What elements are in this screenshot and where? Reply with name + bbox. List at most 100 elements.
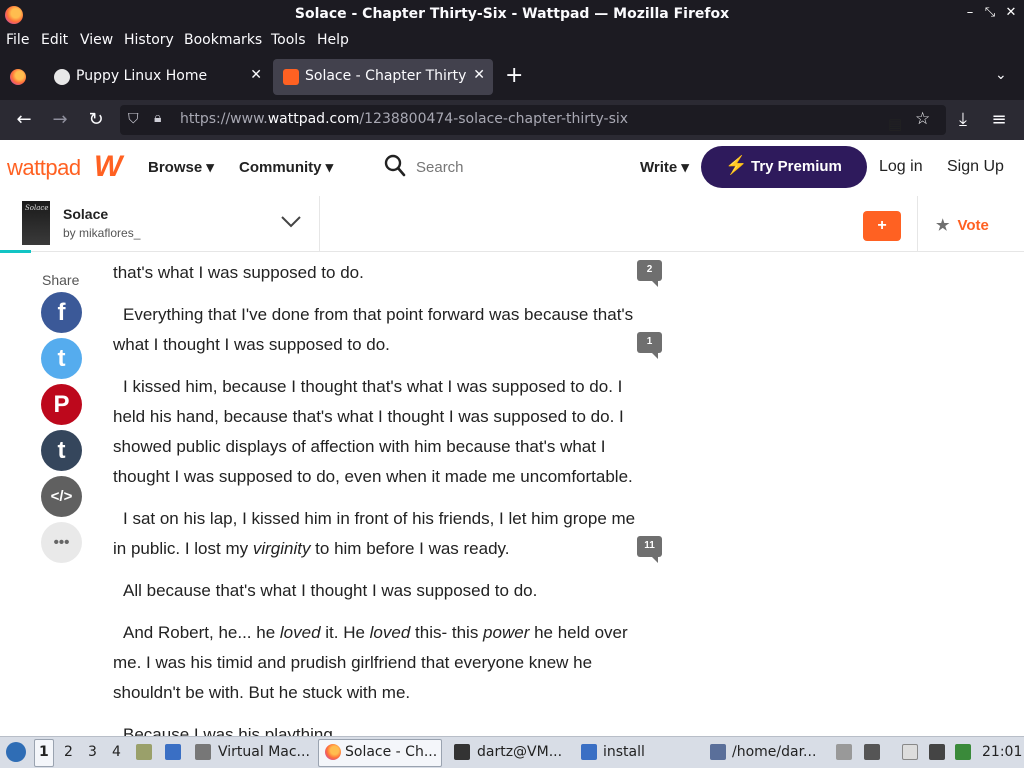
try-premium-button[interactable]: ⚡ Try Premium: [701, 146, 867, 188]
list-all-tabs-button[interactable]: ⌄: [995, 67, 1007, 83]
vote-label: Vote: [957, 217, 989, 234]
wattpad-logo-mark-icon[interactable]: W: [94, 150, 122, 184]
vote-button[interactable]: ★ Vote: [936, 216, 989, 234]
search-input[interactable]: Search: [416, 159, 464, 176]
comment-count-badge[interactable]: 2: [637, 260, 662, 287]
update-tray-icon[interactable]: [955, 744, 971, 760]
chapter-paragraph: And Robert, he... he loved it. He loved …: [113, 623, 628, 702]
community-menu[interactable]: Community ▾: [239, 158, 333, 176]
chapter-paragraph: All because that's what I thought I was …: [123, 581, 538, 600]
navigation-bar: ← → ↻ ⛉ 🔒︎ https://www.wattpad.com/12388…: [0, 100, 1024, 140]
menu-view[interactable]: View: [80, 32, 113, 48]
wattpad-favicon-icon: [283, 69, 299, 85]
cover-title: Solace: [25, 204, 49, 212]
terminal-task-icon: [454, 744, 470, 760]
chapter-paragraph: Everything that I've done from that poin…: [113, 305, 634, 354]
forward-button[interactable]: →: [49, 109, 71, 130]
pinned-firefox-tab-icon[interactable]: [10, 69, 26, 85]
login-link[interactable]: Log in: [879, 158, 923, 176]
task-terminal[interactable]: dartz@VM...: [477, 744, 562, 760]
menu-history[interactable]: History: [124, 32, 174, 48]
desktop-launcher-icon[interactable]: [165, 744, 181, 760]
task-home-dir[interactable]: /home/dar...: [732, 744, 816, 760]
write-menu[interactable]: Write ▾: [640, 158, 689, 176]
chapter-text: that's what I was supposed to do. Everyth…: [113, 258, 643, 736]
minimize-button[interactable]: –: [961, 5, 979, 20]
firefox-task-icon: [325, 744, 341, 760]
virtualbox-task-icon: [195, 744, 211, 760]
comment-count-badge[interactable]: 11: [637, 536, 662, 563]
app-menu-icon[interactable]: ≡: [988, 109, 1010, 130]
workspace-3-label[interactable]: 3: [88, 744, 97, 760]
chapter-paragraph: that's what I was supposed to do.: [113, 263, 364, 282]
chapter-paragraph: Because I was his plaything.: [123, 725, 338, 736]
back-button[interactable]: ←: [13, 109, 35, 130]
folder-task-icon: [581, 744, 597, 760]
pinterest-share-icon[interactable]: P: [41, 384, 82, 425]
reload-button[interactable]: ↻: [85, 109, 107, 130]
close-window-button[interactable]: ✕: [1002, 5, 1020, 20]
restore-button[interactable]: ⤡: [981, 5, 999, 20]
browse-menu[interactable]: Browse ▾: [148, 158, 214, 176]
workspace-1-label[interactable]: 1: [39, 744, 49, 760]
task-solace[interactable]: Solace - Ch...: [345, 744, 437, 760]
facebook-share-icon[interactable]: f: [41, 292, 82, 333]
chevron-down-icon[interactable]: [278, 210, 304, 232]
file-manager-launcher-icon[interactable]: [136, 744, 152, 760]
menu-help[interactable]: Help: [317, 32, 349, 48]
network-tray-icon[interactable]: [929, 744, 945, 760]
volume-tray-icon[interactable]: [864, 744, 880, 760]
story-author[interactable]: by mikaflores_: [63, 226, 140, 240]
tab-bar: Puppy Linux Home ✕ Solace - Chapter Thir…: [0, 53, 1024, 100]
star-icon: ★: [936, 217, 950, 234]
tab-puppy-linux-home[interactable]: Puppy Linux Home ✕: [44, 59, 270, 95]
story-title[interactable]: Solace: [63, 206, 108, 222]
new-tab-button[interactable]: +: [505, 63, 523, 88]
menu-bookmarks[interactable]: Bookmarks: [184, 32, 262, 48]
chapter-paragraph: I sat on his lap, I kissed him in front …: [113, 509, 636, 558]
storage-tray-icon[interactable]: [836, 744, 852, 760]
task-virtual-machine[interactable]: Virtual Mac...: [218, 744, 310, 760]
task-install[interactable]: install: [603, 744, 645, 760]
comment-count-badge[interactable]: 1: [637, 332, 662, 359]
clipboard-tray-icon[interactable]: [902, 744, 918, 760]
premium-label: Try Premium: [751, 158, 842, 175]
tab-close-icon[interactable]: ✕: [473, 67, 485, 83]
tumblr-share-icon[interactable]: t: [41, 430, 82, 471]
twitter-share-icon[interactable]: t: [41, 338, 82, 379]
tab-label: Solace - Chapter Thirty-Six: [305, 68, 467, 84]
wattpad-logo[interactable]: wattpad: [7, 155, 81, 181]
embed-share-icon[interactable]: </>: [41, 476, 82, 517]
menu-bar: File Edit View History Bookmarks Tools H…: [0, 30, 1024, 53]
start-menu-icon[interactable]: [6, 742, 26, 762]
tab-label: Puppy Linux Home: [76, 68, 208, 84]
workspace-2-label[interactable]: 2: [64, 744, 73, 760]
menu-edit[interactable]: Edit: [41, 32, 68, 48]
story-bar: Solace Solace by mikaflores_ + ★ Vote: [0, 196, 1024, 253]
story-cover-image[interactable]: Solace: [22, 201, 50, 245]
puppy-favicon-icon: [54, 69, 70, 85]
tracking-shield-icon[interactable]: ⛉: [128, 111, 139, 127]
search-icon[interactable]: [384, 154, 406, 178]
wattpad-header: wattpad W Browse ▾ Community ▾ Search Wr…: [0, 140, 1024, 196]
workspace-4-label[interactable]: 4: [112, 744, 121, 760]
add-to-list-button[interactable]: +: [863, 211, 901, 241]
menu-tools[interactable]: Tools: [271, 32, 306, 48]
bookmark-star-icon[interactable]: ☆: [915, 109, 930, 129]
more-share-icon[interactable]: •••: [41, 522, 82, 563]
editor-task-icon: [710, 744, 726, 760]
url-text[interactable]: https://www.wattpad.com/1238800474-solac…: [180, 111, 628, 127]
divider: [319, 196, 320, 252]
chapter-paragraph: I kissed him, because I thought that's w…: [113, 377, 633, 486]
address-bar[interactable]: ⛉ 🔒︎ https://www.wattpad.com/1238800474-…: [120, 105, 946, 135]
share-label: Share: [42, 272, 80, 288]
reading-progress-bar: [0, 250, 31, 253]
menu-file[interactable]: File: [6, 32, 29, 48]
tab-solace-chapter[interactable]: Solace - Chapter Thirty-Six ✕: [273, 59, 493, 95]
divider: [917, 196, 918, 252]
lock-icon[interactable]: 🔒︎: [154, 110, 161, 126]
signup-link[interactable]: Sign Up: [947, 158, 1004, 176]
window-title: Solace - Chapter Thirty-Six - Wattpad — …: [294, 6, 730, 22]
downloads-icon[interactable]: ⤓: [952, 109, 974, 130]
tab-close-icon[interactable]: ✕: [250, 67, 262, 83]
